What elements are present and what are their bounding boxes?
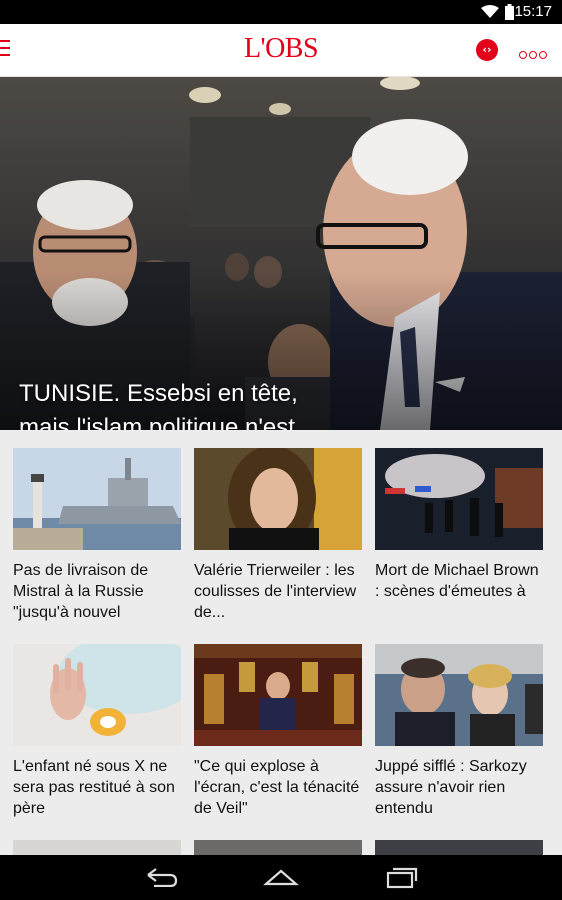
article-thumbnail	[375, 448, 543, 550]
clock: 15:17	[514, 3, 552, 20]
article-title[interactable]: Juppé sifflé : Sarkozy assure n'avoir ri…	[375, 756, 543, 819]
article-title[interactable]: "Ce qui explose à l'écran, c'est la téna…	[194, 756, 362, 819]
article-thumbnail	[13, 840, 181, 855]
hero-article[interactable]: TUNISIE. Essebsi en tête, mais l'islam p…	[0, 77, 562, 430]
article-card[interactable]: L'enfant né sous X ne sera pas restitué …	[13, 644, 181, 819]
article-card[interactable]: "Ce qui explose à l'écran, c'est la téna…	[194, 644, 362, 819]
article-card[interactable]	[194, 840, 362, 855]
article-thumbnail	[13, 448, 181, 550]
wifi-icon	[481, 5, 499, 18]
article-card[interactable]	[13, 840, 181, 855]
battery-icon	[505, 4, 514, 20]
article-title[interactable]: Valérie Trierweiler : les coulisses de l…	[194, 560, 362, 623]
status-bar: 15:17	[0, 0, 562, 24]
article-title[interactable]: Mort de Michael Brown : scènes d'émeutes…	[375, 560, 543, 602]
article-card[interactable]	[375, 840, 543, 855]
article-thumbnail	[194, 448, 362, 550]
system-navigation-bar	[0, 855, 562, 900]
article-card[interactable]: Valérie Trierweiler : les coulisses de l…	[194, 448, 362, 623]
article-card[interactable]: Pas de livraison de Mistral à la Russie …	[13, 448, 181, 623]
recent-apps-icon[interactable]	[386, 867, 418, 889]
article-card[interactable]: Juppé sifflé : Sarkozy assure n'avoir ri…	[375, 644, 543, 819]
article-thumbnail	[375, 840, 543, 855]
more-options-icon[interactable]	[519, 46, 549, 59]
article-card[interactable]: Mort de Michael Brown : scènes d'émeutes…	[375, 448, 543, 602]
article-thumbnail	[194, 644, 362, 746]
article-thumbnail	[13, 644, 181, 746]
article-title[interactable]: L'enfant né sous X ne sera pas restitué …	[13, 756, 181, 819]
home-icon[interactable]	[263, 867, 299, 887]
article-title[interactable]: Pas de livraison de Mistral à la Russie …	[13, 560, 181, 623]
app-bar: L'OBS ‹›	[0, 24, 562, 77]
code-icon[interactable]: ‹›	[476, 39, 498, 61]
back-icon[interactable]	[144, 867, 178, 887]
hero-headline[interactable]: TUNISIE. Essebsi en tête, mais l'islam p…	[19, 377, 339, 430]
article-thumbnail	[194, 840, 362, 855]
article-thumbnail	[375, 644, 543, 746]
